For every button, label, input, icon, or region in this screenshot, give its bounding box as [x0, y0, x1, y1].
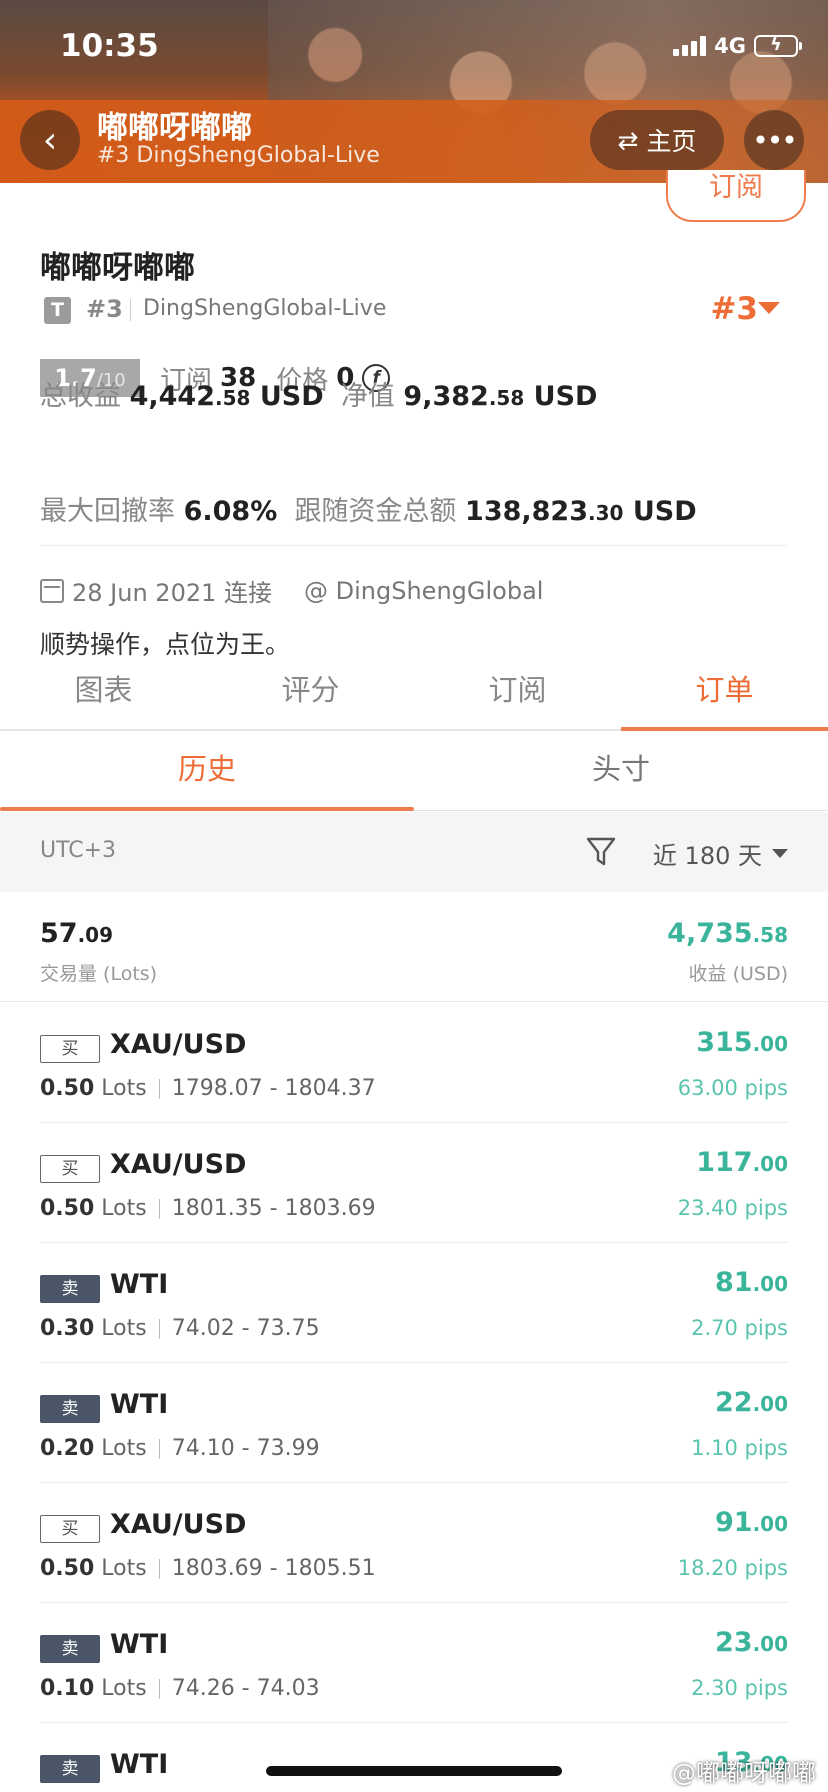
profile-description: 顺势操作，点位为王。 — [40, 630, 291, 659]
order-profit: 22.00 — [714, 1387, 788, 1418]
header-subtitle: #3 DingShengGlobal-Live — [97, 143, 380, 168]
weibo-watermark: @嘟嘟呀嘟嘟 — [672, 1759, 816, 1787]
order-detail: 0.50 Lots 1798.07 - 1804.37 — [40, 1076, 376, 1101]
server-name: DingShengGlobal-Live — [143, 296, 387, 321]
tab-orders[interactable]: 订单 — [621, 665, 828, 731]
side-badge: 卖 — [40, 1395, 100, 1423]
account-type-badge: T — [44, 297, 71, 324]
order-row[interactable]: 卖 WTI 0.20 Lots 74.10 - 73.99 22.00 1.10 pips — [40, 1363, 788, 1483]
network-type: 4G — [714, 34, 746, 58]
tab-rating[interactable]: 评分 — [207, 665, 414, 729]
rank-dropdown[interactable]: #3 — [710, 291, 758, 327]
filter-icon[interactable] — [586, 836, 616, 868]
back-button[interactable]: ‹ — [20, 110, 80, 170]
order-detail: 0.20 Lots 74.10 - 73.99 — [40, 1436, 320, 1461]
subscribe-button[interactable]: 订阅 — [666, 170, 806, 222]
order-profit: 81.00 — [714, 1267, 788, 1298]
profit-value: 4,735.58 — [667, 918, 788, 949]
main-tabs: 图表 评分 订阅 订单 — [0, 665, 828, 731]
profit-label: 收益 (USD) — [688, 963, 788, 985]
status-time: 10:35 — [60, 28, 159, 64]
symbol: WTI — [110, 1629, 169, 1660]
side-badge: 卖 — [40, 1635, 100, 1663]
profile-header: 10:35 4G ϟ ‹ 嘟嘟呀嘟嘟 #3 DingShengGlobal-Li… — [0, 0, 828, 183]
order-profit: 315.00 — [696, 1027, 788, 1058]
side-badge: 买 — [40, 1155, 100, 1183]
broker-link[interactable]: @ DingShengGlobal — [304, 577, 543, 605]
header-title: 嘟嘟呀嘟嘟 — [97, 110, 252, 146]
symbol: WTI — [110, 1389, 169, 1420]
symbol: XAU/USD — [110, 1509, 247, 1540]
side-badge: 买 — [40, 1515, 100, 1543]
order-row[interactable]: 买 XAU/USD 0.50 Lots 1798.07 - 1804.37 315.00… — [40, 1003, 788, 1123]
subtab-history[interactable]: 历史 — [0, 733, 414, 811]
caret-down-icon — [772, 849, 788, 858]
order-detail: 0.30 Lots 74.02 - 73.75 — [40, 1316, 320, 1341]
order-list: 买 XAU/USD 0.50 Lots 1798.07 - 1804.37 315.00… — [0, 1003, 828, 1792]
symbol: XAU/USD — [110, 1149, 247, 1180]
side-badge: 卖 — [40, 1275, 100, 1303]
order-pips: 2.30 pips — [691, 1676, 788, 1700]
subtab-positions[interactable]: 头寸 — [414, 733, 828, 810]
tab-chart[interactable]: 图表 — [0, 665, 207, 729]
battery-icon: ϟ — [754, 34, 802, 57]
rank-label: #3 — [86, 295, 123, 323]
chevron-left-icon: ‹ — [42, 119, 58, 161]
total-profit-value: 4,442 — [129, 381, 215, 412]
swap-icon: ⇄ — [617, 125, 639, 155]
order-pips: 1.10 pips — [691, 1436, 788, 1460]
follow-funds-value: 138,823 — [465, 496, 589, 527]
profit-row: 总收益 4,442.58 USD 净值 9,382.58 USD — [40, 381, 598, 412]
symbol: WTI — [110, 1269, 169, 1300]
connected-date: 28 Jun 2021 连接 — [72, 579, 273, 607]
symbol: XAU/USD — [110, 1029, 247, 1060]
equity-value: 9,382 — [403, 381, 489, 412]
signal-icon — [673, 36, 707, 56]
drawdown-row: 最大回撤率 6.08% 跟随资金总额 138,823.30 USD — [40, 496, 697, 527]
tab-subscription[interactable]: 订阅 — [414, 665, 621, 729]
home-indicator[interactable] — [266, 1766, 562, 1776]
symbol: WTI — [110, 1749, 169, 1780]
order-subtabs: 历史 头寸 — [0, 733, 828, 811]
order-detail: 0.10 Lots 74.26 - 74.03 — [40, 1676, 320, 1701]
order-row[interactable]: 买 XAU/USD 0.50 Lots 1803.69 - 1805.51 91.00 1… — [40, 1483, 788, 1603]
volume-label: 交易量 (Lots) — [40, 963, 158, 985]
status-indicators: 4G ϟ — [673, 34, 802, 58]
account-meta: 28 Jun 2021 连接 @ DingShengGlobal — [40, 573, 543, 608]
order-profit: 91.00 — [714, 1507, 788, 1538]
order-row[interactable]: 卖 WTI 0.30 Lots 74.02 - 73.75 81.00 2.70 pips — [40, 1243, 788, 1363]
orders-summary: 57.09 交易量 (Lots) 4,735.58 收益 (USD) — [0, 892, 828, 1002]
side-badge: 卖 — [40, 1755, 100, 1783]
order-pips: 63.00 pips — [677, 1076, 788, 1100]
order-pips: 23.40 pips — [677, 1196, 788, 1220]
order-row[interactable]: 买 XAU/USD 0.50 Lots 1801.35 - 1803.69 117.00… — [40, 1123, 788, 1243]
more-icon: ••• — [752, 123, 798, 157]
order-pips: 18.20 pips — [677, 1556, 788, 1580]
calendar-icon — [40, 578, 64, 603]
period-dropdown[interactable]: 近 180 天 — [653, 836, 788, 871]
order-profit: 23.00 — [714, 1627, 788, 1658]
caret-down-icon[interactable] — [758, 302, 780, 314]
home-label: 主页 — [646, 127, 697, 156]
order-pips: 2.70 pips — [691, 1316, 788, 1340]
order-detail: 0.50 Lots 1801.35 - 1803.69 — [40, 1196, 376, 1221]
home-button[interactable]: ⇄ 主页 — [590, 110, 724, 170]
filter-bar: UTC+3 近 180 天 — [0, 812, 828, 892]
order-detail: 0.50 Lots 1803.69 - 1805.51 — [40, 1556, 376, 1581]
profile-name: 嘟嘟呀嘟嘟 — [40, 250, 195, 286]
timezone-label: UTC+3 — [40, 838, 117, 863]
more-button[interactable]: ••• — [744, 110, 804, 170]
order-profit: 117.00 — [696, 1147, 788, 1178]
volume-value: 57.09 — [40, 918, 114, 949]
drawdown-value: 6.08% — [183, 496, 278, 527]
side-badge: 买 — [40, 1035, 100, 1063]
order-row[interactable]: 卖 WTI 0.10 Lots 74.26 - 74.03 23.00 2.30 pips — [40, 1603, 788, 1723]
